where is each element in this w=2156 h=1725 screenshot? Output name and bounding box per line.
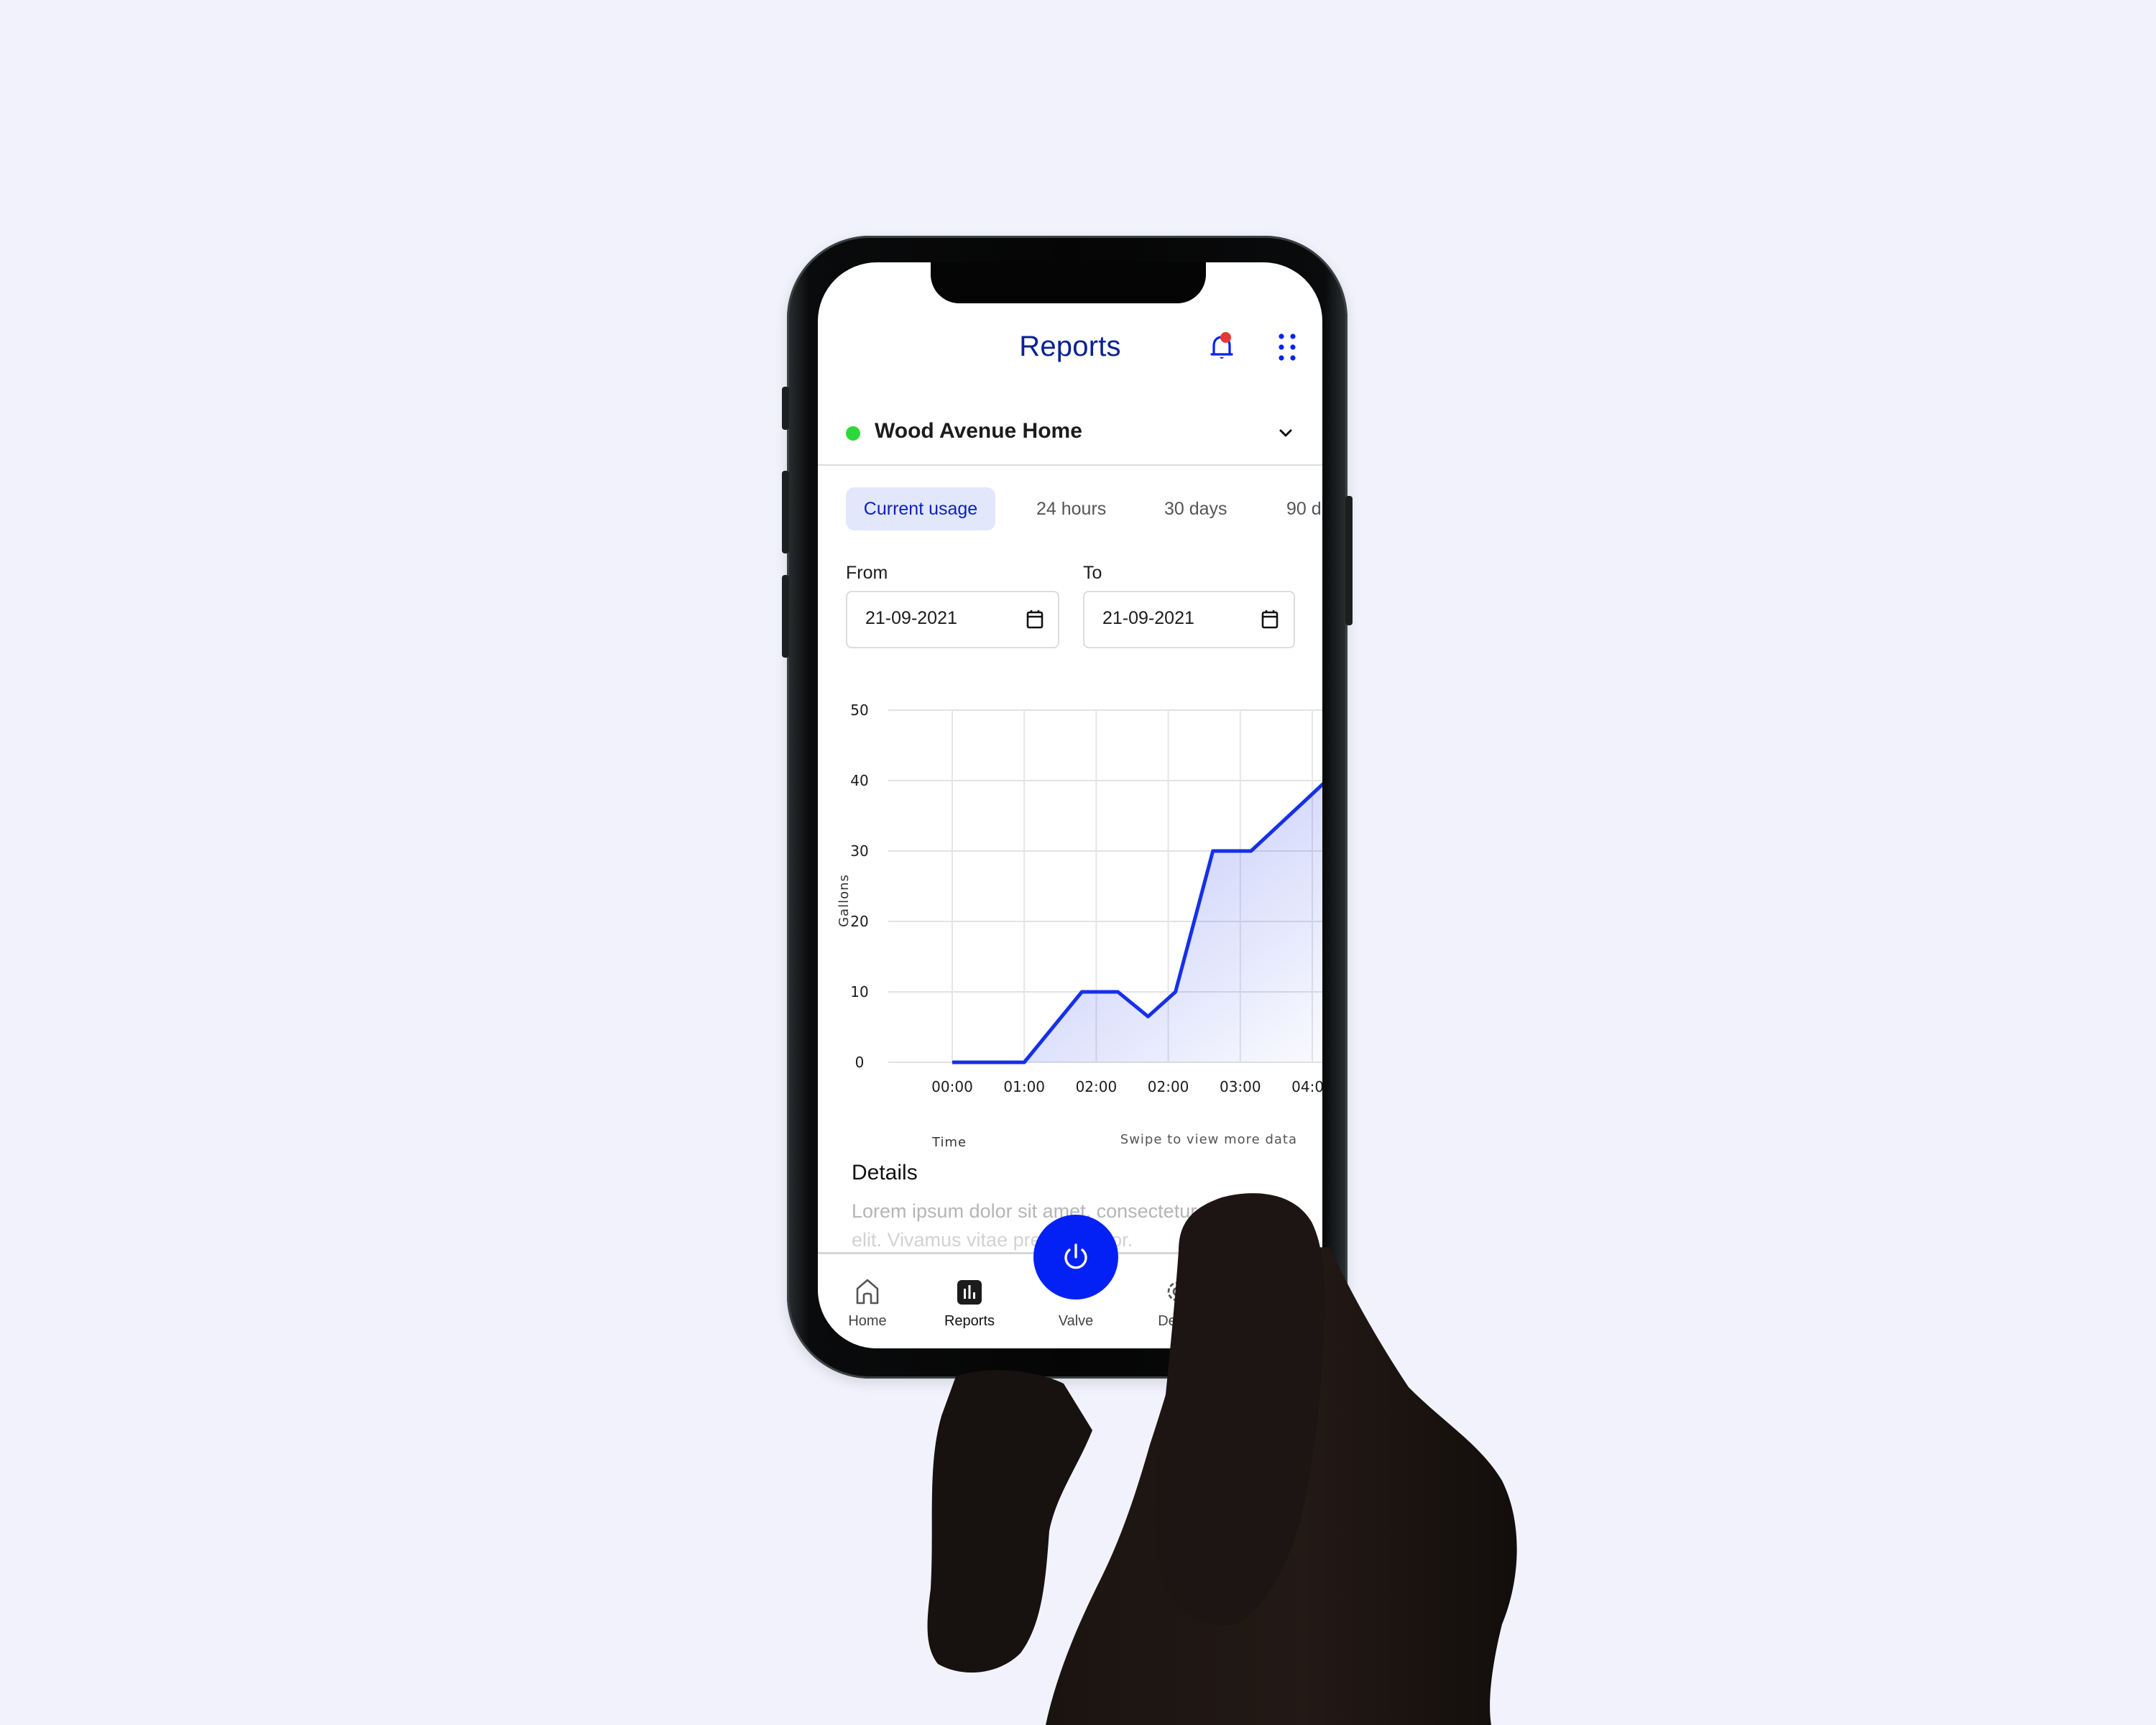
online-status-dot bbox=[846, 426, 860, 441]
y-tick-label: 10 bbox=[850, 983, 868, 1000]
nav-home[interactable]: Home bbox=[818, 1254, 918, 1348]
tab-30-days[interactable]: 30 days bbox=[1164, 487, 1227, 530]
tab-current-usage[interactable]: Current usage bbox=[846, 487, 995, 530]
from-date-input[interactable]: 21-09-2021 bbox=[846, 591, 1059, 648]
y-tick-label: 0 bbox=[855, 1054, 865, 1071]
page-title: Reports bbox=[1019, 331, 1121, 362]
x-tick-label: 01:00 bbox=[1003, 1078, 1045, 1095]
x-tick-label: 03:00 bbox=[1220, 1078, 1261, 1095]
divider bbox=[818, 464, 1322, 466]
y-tick-label: 50 bbox=[850, 702, 868, 719]
grid-dots-icon bbox=[1279, 334, 1296, 361]
x-tick-label: 00:00 bbox=[931, 1078, 973, 1095]
power-icon bbox=[1064, 1243, 1087, 1269]
tab-24-hours[interactable]: 24 hours bbox=[1036, 487, 1106, 530]
nav-reports-label: Reports bbox=[944, 1313, 995, 1329]
volume-down-button bbox=[782, 575, 789, 658]
nav-home-label: Home bbox=[848, 1313, 887, 1329]
gear-icon bbox=[1167, 1282, 1187, 1302]
home-icon bbox=[856, 1279, 879, 1305]
nav-valve-label: Valve bbox=[1058, 1313, 1094, 1329]
tab-90-days[interactable]: 90 d bbox=[1286, 487, 1322, 530]
swipe-hint: Swipe to view more data bbox=[1120, 1132, 1297, 1147]
x-tick-label: 02:00 bbox=[1148, 1078, 1189, 1095]
phone-screen: Reports Wood Avenue Home Current usage 2… bbox=[818, 262, 1322, 1348]
nav-devices-label: De bbox=[1158, 1313, 1176, 1329]
silent-switch bbox=[782, 387, 789, 430]
notification-badge bbox=[1220, 332, 1231, 343]
chevron-down-icon bbox=[1279, 429, 1292, 437]
from-label: From bbox=[846, 563, 888, 583]
usage-chart[interactable]: 0 10 20 30 40 50 00:00 01:00 02:00 02:00 03:00 04:… bbox=[818, 686, 1322, 1154]
calendar-icon[interactable] bbox=[1257, 607, 1283, 632]
to-date-value: 21-09-2021 bbox=[1102, 608, 1194, 628]
reports-icon bbox=[957, 1280, 982, 1305]
from-date-value: 21-09-2021 bbox=[865, 608, 957, 628]
menu-button[interactable] bbox=[1271, 331, 1304, 364]
details-title: Details bbox=[852, 1161, 918, 1184]
calendar-icon[interactable] bbox=[1022, 607, 1048, 632]
power-side-button bbox=[1345, 496, 1353, 625]
y-tick-label: 30 bbox=[850, 842, 868, 860]
location-dropdown[interactable]: Wood Avenue Home bbox=[818, 410, 1322, 464]
nav-reports[interactable]: Reports bbox=[919, 1254, 1020, 1348]
to-date-input[interactable]: 21-09-2021 bbox=[1083, 591, 1295, 648]
y-axis-title: Gallons bbox=[837, 874, 852, 927]
x-axis-title: Time bbox=[931, 1135, 967, 1150]
nav-devices[interactable]: De bbox=[1127, 1254, 1227, 1348]
valve-power-button[interactable] bbox=[1033, 1215, 1118, 1300]
location-name: Wood Avenue Home bbox=[875, 419, 1082, 443]
details-text: Lorem ipsum dolor sit amet, consectetur bbox=[852, 1200, 1197, 1222]
x-tick-label: 04:00 bbox=[1291, 1078, 1322, 1095]
y-tick-label: 40 bbox=[850, 772, 868, 789]
notch bbox=[931, 262, 1206, 303]
volume-up-button bbox=[782, 471, 789, 553]
y-tick-label: 20 bbox=[850, 913, 868, 930]
to-label: To bbox=[1083, 563, 1102, 583]
notifications-button[interactable] bbox=[1205, 331, 1238, 364]
x-tick-label: 02:00 bbox=[1076, 1078, 1118, 1095]
